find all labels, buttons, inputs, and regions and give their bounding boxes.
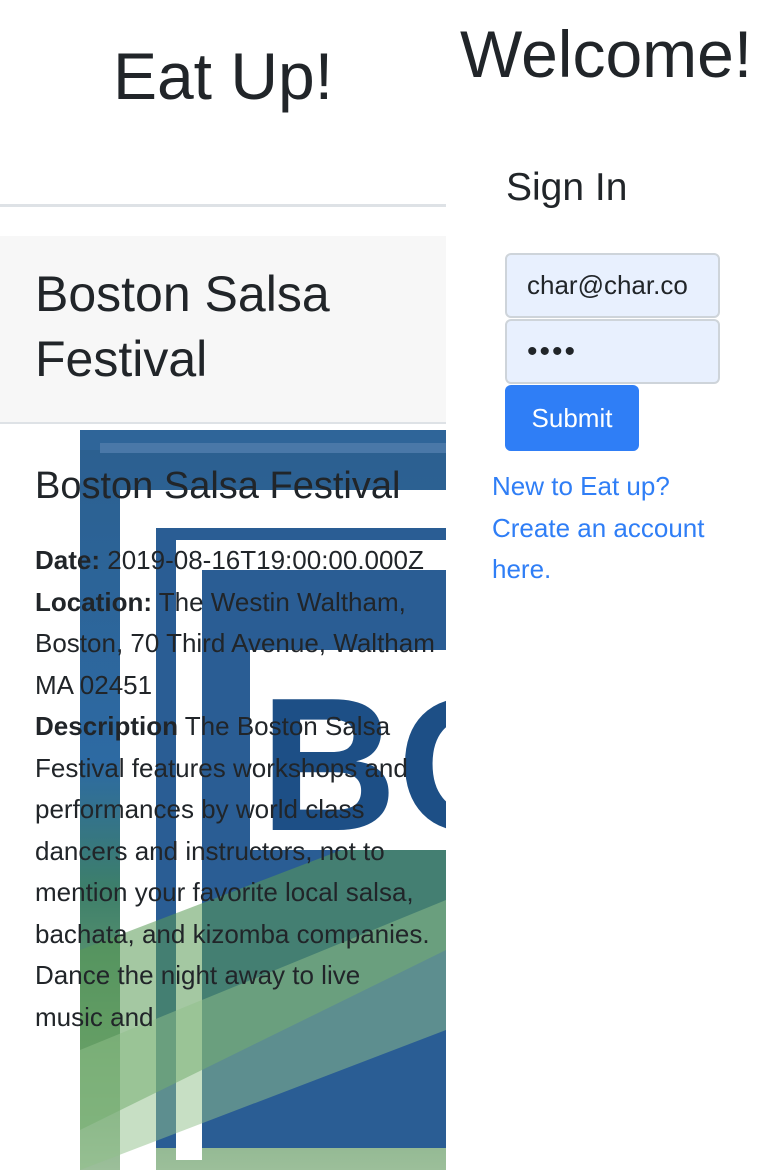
event-card-body: Boston Salsa Festival Date: 2019-08-16T1… xyxy=(35,462,435,1038)
app-title: Eat Up! xyxy=(112,39,334,113)
password-field[interactable]: •••• xyxy=(505,319,720,384)
event-header-title: Boston Salsa Festival xyxy=(35,266,330,387)
events-column: Eat Up! Boston Salsa Festival B Boston S… xyxy=(0,0,446,1170)
event-description: The Boston Salsa Festival features works… xyxy=(35,711,430,1032)
email-field[interactable]: char@char.co xyxy=(505,253,720,318)
event-card-header: Boston Salsa Festival xyxy=(0,236,446,424)
event-details: Date: 2019-08-16T19:00:00.000Z Location:… xyxy=(35,540,435,1038)
location-label: Location: xyxy=(35,586,152,617)
event-title: Boston Salsa Festival xyxy=(35,465,401,507)
description-label: Description xyxy=(35,711,179,741)
welcome-heading: Welcome! xyxy=(460,17,753,91)
submit-button[interactable]: Submit xyxy=(505,385,639,451)
event-date: 2019-08-16T19:00:00.000Z xyxy=(107,545,424,575)
signin-column: Welcome! Sign In char@char.co •••• Submi… xyxy=(446,0,758,1170)
date-label: Date: xyxy=(35,545,101,575)
header-divider xyxy=(0,204,446,207)
signin-heading: Sign In xyxy=(506,166,628,209)
create-account-link[interactable]: New to Eat up? Create an account here. xyxy=(492,466,742,591)
